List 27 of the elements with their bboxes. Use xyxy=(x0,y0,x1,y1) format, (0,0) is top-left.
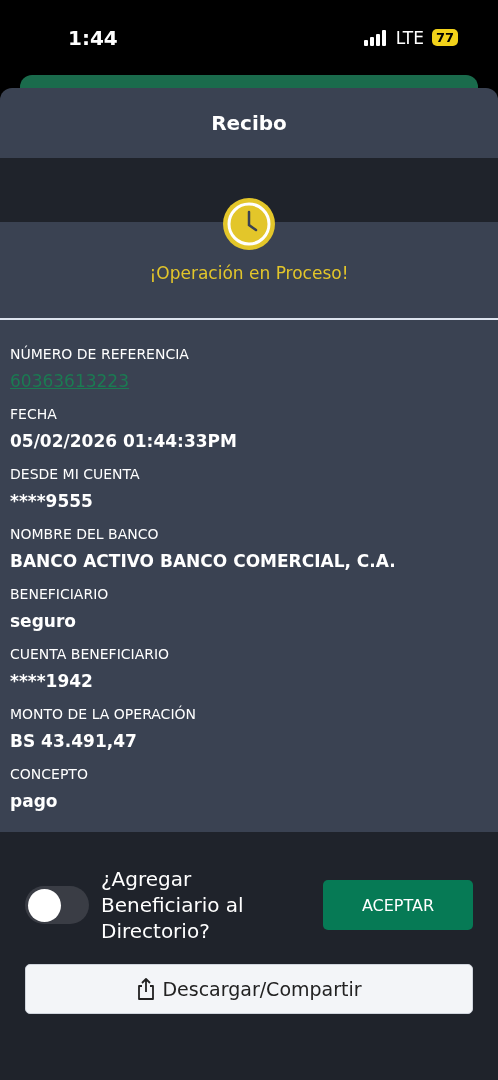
field-label: FECHA xyxy=(10,405,58,424)
toggle-switch[interactable] xyxy=(25,886,89,924)
field-value: seguro xyxy=(10,610,77,632)
status-message: ¡Operación en Proceso! xyxy=(149,263,349,283)
field-label: DESDE MI CUENTA xyxy=(10,465,141,484)
field-value: ****9555 xyxy=(10,490,94,512)
field-value: pago xyxy=(10,790,59,812)
share-icon xyxy=(136,977,157,1001)
network-label: LTE xyxy=(395,27,424,48)
signal-icon xyxy=(363,29,388,46)
field-label: NOMBRE DEL BANCO xyxy=(10,525,160,544)
clock-time: 1:44 xyxy=(68,25,118,50)
clock-icon xyxy=(222,197,276,251)
field-label: BENEFICIARIO xyxy=(10,585,110,604)
share-button[interactable]: Descargar/Compartir xyxy=(25,964,473,1014)
field-label: NÚMERO DE REFERENCIA xyxy=(10,344,190,364)
field-label: CONCEPTO xyxy=(10,765,89,784)
field-value: BANCO ACTIVO BANCO COMERCIAL, C.A. xyxy=(10,550,397,572)
field-value: 05/02/2026 01:44:33PM xyxy=(10,430,238,452)
field-label: CUENTA BENEFICIARIO xyxy=(10,645,171,664)
field-value: BS 43.491,47 xyxy=(10,730,138,752)
screen-title: Recibo xyxy=(211,111,287,135)
field-label: MONTO DE LA OPERACIÓN xyxy=(10,704,197,724)
accept-button[interactable]: ACEPTAR xyxy=(323,880,473,930)
field-value: ****1942 xyxy=(10,670,94,692)
toggle-label: ¿Agregar Beneficiario al Directorio? xyxy=(101,866,245,944)
battery-level: 77 xyxy=(431,29,458,46)
